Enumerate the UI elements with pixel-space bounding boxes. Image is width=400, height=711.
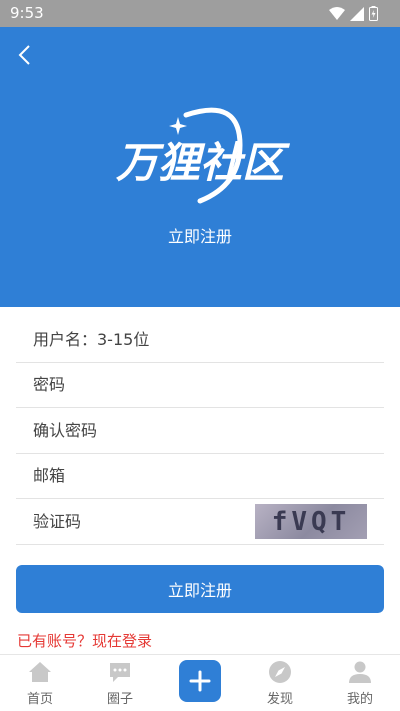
header-banner: 万狸社区 立即注册: [0, 27, 400, 307]
register-button[interactable]: 立即注册: [16, 565, 384, 613]
confirm-password-input[interactable]: [33, 420, 253, 440]
wifi-icon: [329, 7, 345, 20]
add-post-button[interactable]: [179, 660, 221, 702]
captcha-input[interactable]: [33, 511, 253, 531]
username-input[interactable]: [33, 329, 253, 349]
page-subtitle: 立即注册: [167, 227, 232, 246]
status-bar: 9:53: [0, 0, 400, 27]
captcha-row: fVQT: [16, 499, 384, 545]
chat-bubble-icon: [110, 663, 130, 682]
captcha-image[interactable]: fVQT: [255, 504, 367, 539]
status-icons: [329, 6, 378, 21]
register-form: fVQT: [16, 317, 384, 545]
tab-home-label: 首页: [26, 692, 53, 707]
tab-mine-label: 我的: [346, 692, 373, 707]
email-input[interactable]: [33, 466, 253, 486]
password-input[interactable]: [33, 375, 253, 395]
signal-icon: [350, 6, 364, 21]
tab-mine[interactable]: 我的: [330, 659, 390, 707]
tab-circle[interactable]: 圈子: [90, 659, 150, 707]
captcha-text: fVQT: [271, 506, 351, 537]
plus-icon: [189, 670, 211, 692]
user-icon: [349, 661, 371, 683]
tab-discover-label: 发现: [266, 692, 293, 707]
back-arrow-icon[interactable]: [14, 43, 36, 67]
password-row: [16, 363, 384, 408]
confirm-password-row: [16, 408, 384, 454]
tab-circle-label: 圈子: [106, 692, 133, 707]
status-time: 9:53: [10, 4, 44, 22]
battery-icon: [369, 6, 378, 21]
compass-icon: [269, 661, 291, 683]
tab-discover[interactable]: 发现: [250, 659, 310, 707]
brand-text: 万狸社区: [115, 138, 291, 187]
username-row: [16, 317, 384, 363]
home-icon: [29, 662, 51, 682]
brand-logo: 万狸社区: [115, 107, 291, 204]
login-link[interactable]: 已有账号？现在登录: [17, 630, 152, 651]
tab-home[interactable]: 首页: [10, 659, 70, 707]
email-row: [16, 454, 384, 499]
